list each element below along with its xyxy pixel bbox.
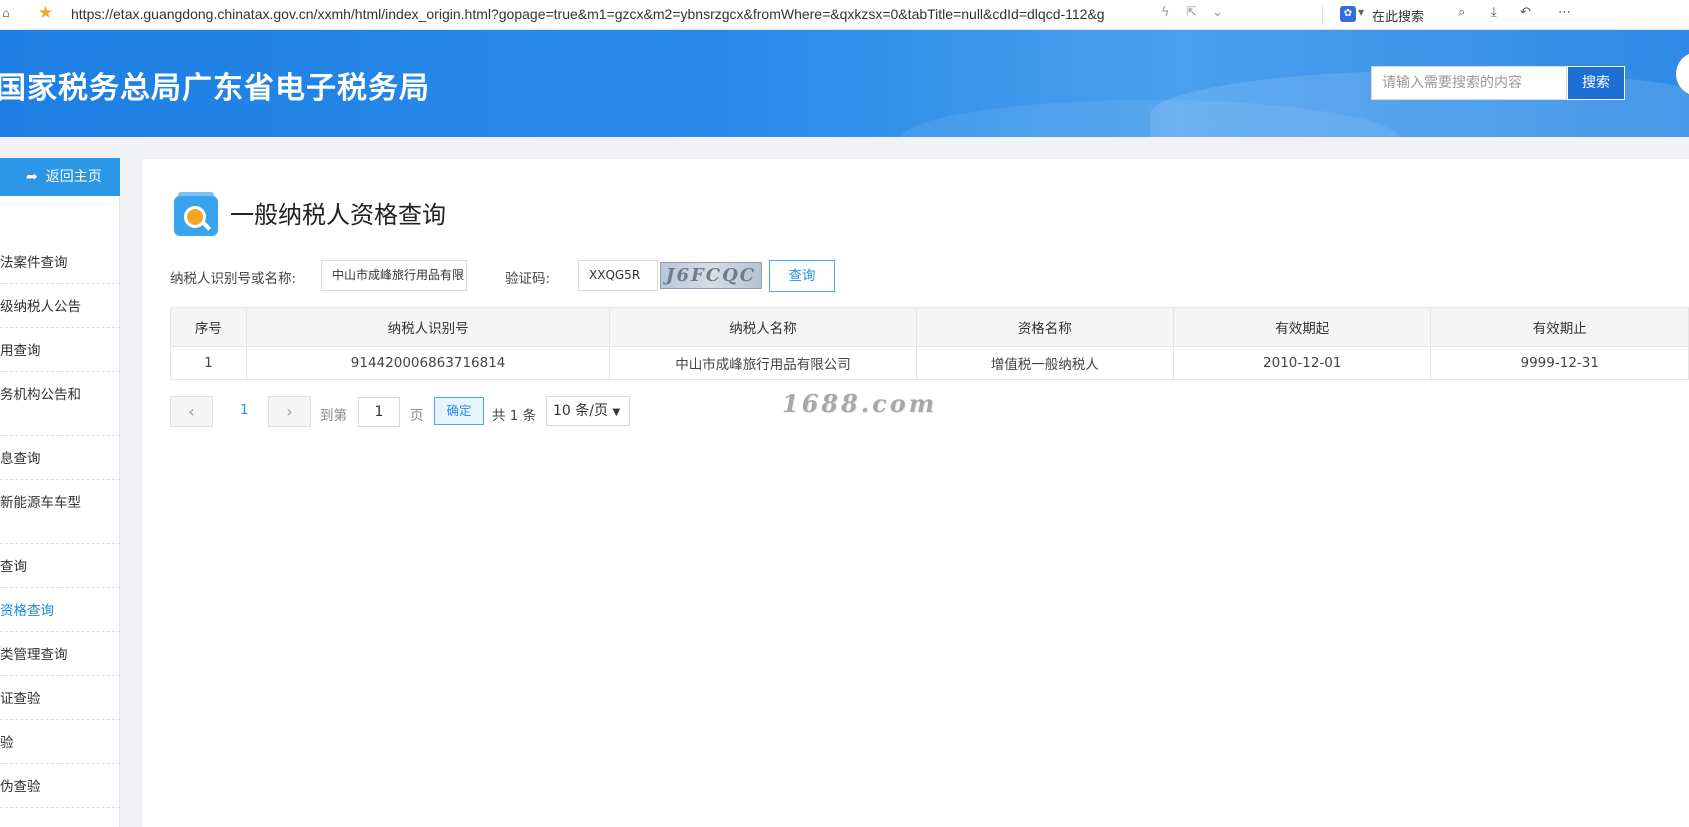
prev-page-button[interactable]: ‹ bbox=[170, 396, 213, 427]
chevron-left-icon: ‹ bbox=[188, 402, 195, 421]
page-size-select[interactable]: 10 条/页 ▼ bbox=[546, 396, 630, 426]
sidebar-item[interactable]: 用查询 bbox=[0, 328, 120, 372]
query-button[interactable]: 查询 bbox=[769, 260, 835, 292]
table-cell: 1 bbox=[170, 346, 247, 380]
back-home-label: 返回主页 bbox=[45, 169, 102, 185]
column-header: 有效期止 bbox=[1430, 307, 1689, 347]
site-search-input[interactable] bbox=[1371, 66, 1567, 100]
query-icon bbox=[174, 192, 218, 236]
taxpayer-label: 纳税人识别号或名称: bbox=[170, 271, 297, 287]
sidebar-item[interactable]: 查询 bbox=[0, 544, 120, 588]
url-field[interactable]: https://etax.guangdong.chinatax.gov.cn/x… bbox=[71, 6, 1151, 24]
table-cell: 914420006863716814 bbox=[245, 346, 611, 380]
confirm-button[interactable]: 确定 bbox=[434, 397, 484, 425]
next-page-button[interactable]: › bbox=[268, 396, 311, 427]
chevron-down-icon: ▼ bbox=[612, 407, 621, 418]
column-header: 序号 bbox=[170, 307, 247, 347]
sidebar-item[interactable]: 验 bbox=[0, 720, 120, 764]
site-title[interactable]: 国家税务总局广东省电子税务局 bbox=[0, 63, 430, 107]
page-unit-label: 页 bbox=[410, 408, 424, 424]
site-header: 国家税务总局广东省电子税务局 搜索 bbox=[0, 30, 1689, 137]
sidebar-item[interactable]: 务机构公告和 bbox=[0, 372, 120, 436]
watermark: 1688.com bbox=[782, 389, 938, 418]
caret-down-icon[interactable]: ▼ bbox=[1358, 8, 1364, 17]
divider bbox=[1322, 5, 1323, 25]
bookmark-star-icon[interactable]: ★ bbox=[38, 3, 53, 23]
search-icon[interactable]: ⌕ bbox=[1458, 5, 1465, 20]
column-header: 纳税人名称 bbox=[609, 307, 917, 347]
browser-address-bar: ⌂ ★ https://etax.guangdong.chinatax.gov.… bbox=[0, 0, 1689, 30]
sidebar-item[interactable]: 伪查验 bbox=[0, 764, 120, 808]
more-icon[interactable]: ⋯ bbox=[1558, 5, 1571, 20]
main-panel: 一般纳税人资格查询 纳税人识别号或名称: 中山市成峰旅行用品有限 验证码: XX… bbox=[141, 158, 1689, 827]
table-row[interactable]: 1 914420006863716814 中山市成峰旅行用品有限公司 增值税一般… bbox=[170, 346, 1689, 380]
site-search-button[interactable]: 搜索 bbox=[1567, 66, 1625, 100]
total-count: 共 1 条 bbox=[492, 408, 537, 424]
sidebar-item[interactable]: 新能源车车型 bbox=[0, 480, 120, 544]
sidebar-item[interactable]: 级纳税人公告 bbox=[0, 284, 120, 328]
sidebar-item[interactable]: 法案件查询 bbox=[0, 240, 120, 284]
table-cell: 2010-12-01 bbox=[1173, 346, 1432, 380]
chevron-down-icon[interactable]: ⌄ bbox=[1212, 5, 1223, 20]
undo-icon[interactable]: ↶ bbox=[1520, 5, 1531, 20]
table-header-row: 序号 纳税人识别号 纳税人名称 资格名称 有效期起 有效期止 bbox=[170, 307, 1689, 347]
share-icon[interactable]: ⇱ bbox=[1186, 5, 1197, 20]
taxpayer-input[interactable]: 中山市成峰旅行用品有限 bbox=[321, 260, 467, 291]
back-home-button[interactable]: ➦ 返回主页 bbox=[0, 158, 120, 196]
goto-page-input[interactable]: 1 bbox=[358, 397, 400, 427]
chevron-right-icon: › bbox=[286, 402, 293, 421]
goto-label: 到第 bbox=[320, 408, 347, 424]
home-icon[interactable]: ⌂ bbox=[2, 6, 16, 20]
page-size-value: 10 条/页 bbox=[553, 403, 608, 419]
captcha-label: 验证码: bbox=[505, 271, 551, 287]
sidebar-item-active[interactable]: 资格查询 bbox=[0, 588, 120, 632]
browser-search-label[interactable]: 在此搜索 bbox=[1372, 6, 1424, 25]
sidebar-item[interactable]: 证查验 bbox=[0, 676, 120, 720]
sidebar-item[interactable]: 类管理查询 bbox=[0, 632, 120, 676]
table-cell: 中山市成峰旅行用品有限公司 bbox=[609, 346, 917, 380]
captcha-image[interactable]: J6FCQC bbox=[660, 262, 762, 289]
sidebar: ➦ 返回主页 法案件查询 级纳税人公告 用查询 务机构公告和 息查询 新能源车车型… bbox=[0, 158, 120, 827]
download-icon[interactable]: ⤓ bbox=[1491, 5, 1497, 20]
back-arrow-icon: ➦ bbox=[26, 169, 38, 185]
column-header: 有效期起 bbox=[1173, 307, 1432, 347]
table-cell: 9999-12-31 bbox=[1430, 346, 1689, 380]
captcha-input[interactable]: XXQG5R bbox=[578, 260, 658, 291]
table-cell: 增值税一般纳税人 bbox=[915, 346, 1175, 380]
column-header: 纳税人识别号 bbox=[245, 307, 611, 347]
search-engine-icon[interactable]: ✿ bbox=[1340, 6, 1356, 22]
result-table: 序号 纳税人识别号 纳税人名称 资格名称 有效期起 有效期止 1 9144200… bbox=[170, 307, 1689, 380]
lightning-icon[interactable]: ϟ bbox=[1161, 5, 1170, 20]
page-title: 一般纳税人资格查询 bbox=[230, 201, 446, 229]
sidebar-item[interactable]: 息查询 bbox=[0, 436, 120, 480]
column-header: 资格名称 bbox=[915, 307, 1175, 347]
page-number[interactable]: 1 bbox=[240, 402, 249, 418]
